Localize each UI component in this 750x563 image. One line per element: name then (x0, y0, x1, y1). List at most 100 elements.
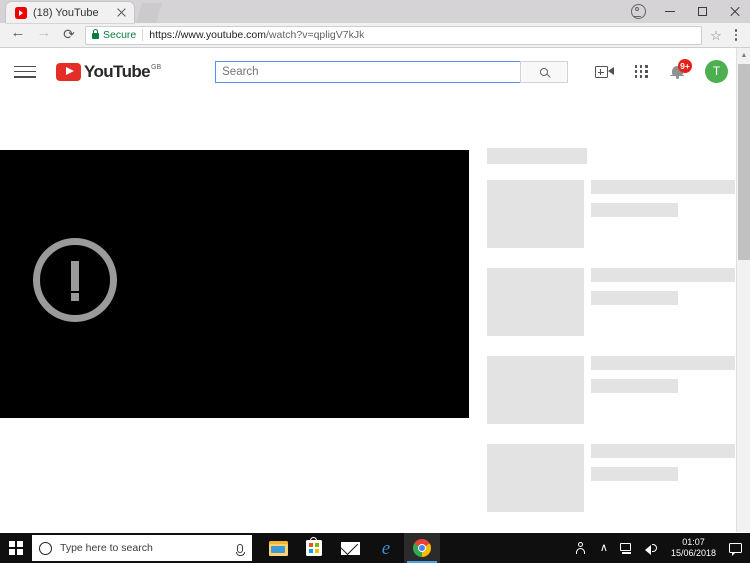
youtube-logo[interactable]: YouTube GB (56, 62, 162, 81)
star-icon: ☆ (710, 27, 722, 43)
win-pane (9, 548, 16, 555)
camera-lens (607, 67, 614, 75)
reload-button[interactable]: ⟳ (56, 23, 82, 47)
arrow-right-icon (37, 25, 52, 42)
scrollbar-thumb[interactable] (738, 64, 750, 260)
create-video-button[interactable] (594, 62, 614, 82)
new-tab-button[interactable] (136, 3, 162, 23)
menu-line (14, 75, 36, 78)
close-icon[interactable] (115, 6, 128, 19)
action-center-button[interactable] (723, 533, 748, 563)
address-bar[interactable]: Secure https://www.youtube.com/watch?v=q… (85, 25, 702, 45)
tab-strip: (18) YouTube (0, 0, 162, 23)
browser-toolbar: ⟳ Secure https://www.youtube.com/watch?v… (0, 23, 750, 48)
microphone-icon[interactable] (235, 543, 245, 556)
back-button[interactable] (4, 23, 30, 47)
browser-tab[interactable]: (18) YouTube (6, 2, 134, 23)
notifications-button[interactable]: 9+ (668, 59, 692, 82)
system-tray: ∧ 01:07 15/06/2018 (569, 533, 750, 563)
skeleton-thumbnail (487, 356, 584, 424)
taskbar-app-microsoft-store[interactable] (296, 533, 332, 563)
grid-dot (639, 70, 643, 73)
store-tile (314, 548, 319, 553)
menu-line (14, 65, 36, 68)
forward-button[interactable] (30, 23, 56, 47)
skeleton-thumbnail (487, 180, 584, 248)
masthead-actions: 9+ T (594, 59, 750, 83)
video-player[interactable] (0, 150, 469, 418)
camera-body (594, 65, 608, 78)
page-scrollbar[interactable]: ▲ (736, 48, 750, 532)
start-button[interactable] (0, 533, 32, 563)
win-pane (16, 548, 23, 555)
store-tile (309, 548, 314, 553)
skeleton-list-item (487, 356, 735, 424)
apps-grid-icon (634, 65, 648, 78)
maximize-icon (697, 7, 707, 16)
clock[interactable]: 01:07 15/06/2018 (664, 533, 723, 563)
taskbar-app-mail[interactable] (332, 533, 368, 563)
taskbar-app-microsoft-edge[interactable]: e (368, 533, 404, 563)
skeleton-title-bar (591, 268, 735, 282)
lock-icon (92, 29, 99, 39)
avatar[interactable]: T (705, 60, 728, 83)
watch-page-body (0, 95, 750, 532)
google-chrome-icon (413, 539, 431, 557)
browser-menu-button[interactable] (726, 24, 746, 46)
url-origin: https://www.youtube.com (149, 29, 267, 41)
notifications-icon: 9+ (670, 59, 692, 79)
skeleton-list-item (487, 268, 735, 336)
skeleton-title-bar (591, 444, 735, 458)
search-button[interactable] (520, 60, 569, 83)
skeleton-subtitle-bar (591, 379, 678, 393)
skeleton-title-bar (591, 180, 735, 194)
exclamation-dot (71, 293, 79, 301)
microsoft-edge-icon: e (381, 537, 391, 559)
bookmark-button[interactable]: ☆ (706, 25, 726, 45)
youtube-play-icon (56, 62, 81, 81)
menu-line (14, 70, 36, 73)
network-button[interactable] (614, 533, 639, 563)
people-button[interactable] (569, 533, 594, 563)
show-hidden-icons-button[interactable]: ∧ (594, 533, 614, 563)
url-text: https://www.youtube.com/watch?v=qpligV7k… (149, 29, 364, 41)
skeleton-list-item (487, 180, 735, 248)
tab-title: (18) YouTube (33, 6, 99, 19)
taskbar-app-google-chrome[interactable] (404, 533, 440, 563)
reload-icon: ⟳ (63, 26, 75, 42)
skeleton-meta (591, 268, 735, 336)
close-window-button[interactable] (718, 0, 750, 23)
clock-time: 01:07 (682, 537, 705, 547)
browser-title-bar: (18) YouTube (0, 0, 750, 23)
taskbar-app-file-explorer[interactable] (260, 533, 296, 563)
guide-menu-icon[interactable] (14, 64, 36, 80)
close-icon (729, 6, 740, 17)
browser-profile-button[interactable] (622, 0, 654, 23)
apps-button[interactable] (631, 62, 651, 82)
dot-icon (734, 38, 738, 41)
skeleton-meta (591, 356, 735, 424)
youtube-country-code: GB (151, 63, 162, 71)
chrome-browser-window: (18) YouTube ⟳ (0, 0, 750, 533)
scroll-up-icon[interactable]: ▲ (737, 48, 750, 62)
search-icon (540, 67, 549, 76)
win-pane (9, 541, 16, 548)
grid-dot (644, 65, 648, 68)
windows-taskbar: Type here to search e ∧ 01:07 15/06/2018 (0, 533, 750, 563)
action-center-icon (729, 543, 742, 556)
cortana-icon (39, 541, 52, 555)
skeleton-subtitle-bar (591, 203, 678, 217)
taskbar-search-placeholder: Type here to search (60, 542, 153, 554)
grid-dot (644, 70, 648, 73)
volume-button[interactable] (639, 533, 664, 563)
minimize-button[interactable] (654, 0, 686, 23)
url-path: /watch?v=qpligV7kJk (266, 29, 365, 41)
store-tile (309, 543, 314, 548)
dot-icon (734, 33, 738, 37)
taskbar-app-buttons: e (260, 533, 440, 563)
create-video-icon (594, 65, 614, 78)
maximize-button[interactable] (686, 0, 718, 23)
search-input[interactable] (215, 60, 521, 83)
youtube-favicon-icon (15, 6, 27, 19)
taskbar-search-box[interactable]: Type here to search (32, 535, 252, 561)
